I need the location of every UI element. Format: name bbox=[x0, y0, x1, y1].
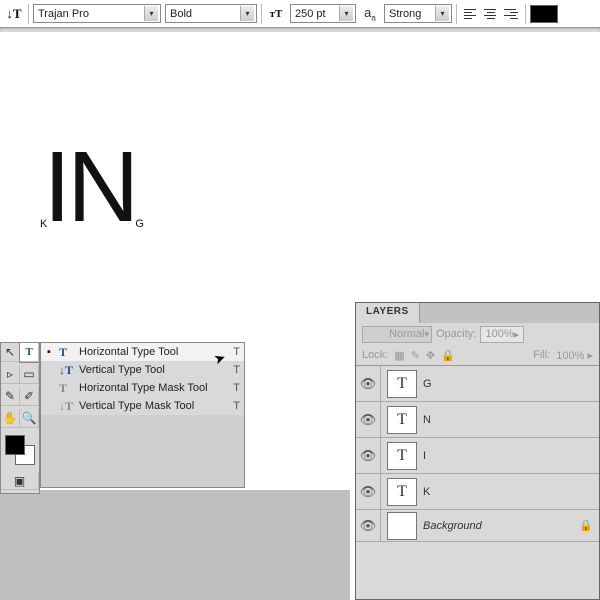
visibility-toggle[interactable]: 👁 bbox=[356, 484, 380, 500]
flyout-shortcut: T bbox=[233, 364, 240, 376]
layer-row-background[interactable]: 👁 Background 🔒 bbox=[356, 510, 599, 542]
layer-thumb: T bbox=[387, 442, 417, 470]
zoom-tool[interactable]: 🔍 bbox=[20, 409, 39, 428]
divider bbox=[261, 4, 262, 24]
dropdown-arrow-icon: ▾ bbox=[240, 6, 254, 21]
font-family-select[interactable]: Trajan Pro ▾ bbox=[33, 4, 161, 23]
flyout-vertical-type[interactable]: ↓T Vertical Type Tool T bbox=[41, 361, 244, 379]
antialias-icon: aa bbox=[360, 4, 380, 24]
layers-tab[interactable]: LAYERS bbox=[356, 303, 420, 323]
layer-row[interactable]: 👁 T K bbox=[356, 474, 599, 510]
layer-thumb bbox=[387, 512, 417, 540]
antialias-value: Strong bbox=[389, 8, 421, 20]
flyout-shortcut: T bbox=[233, 346, 240, 358]
font-size-icon: тT bbox=[266, 4, 286, 24]
foreground-color[interactable] bbox=[5, 435, 25, 455]
opacity-input[interactable]: 100% ▸ bbox=[480, 326, 524, 343]
layer-thumb: T bbox=[387, 370, 417, 398]
layer-name[interactable]: I bbox=[423, 450, 599, 462]
font-weight-select[interactable]: Bold ▾ bbox=[165, 4, 257, 23]
align-center-button[interactable] bbox=[481, 4, 501, 24]
lock-paint-icon[interactable]: ✎ bbox=[411, 349, 420, 362]
flyout-label: Horizontal Type Tool bbox=[79, 346, 227, 358]
layer-list: 👁 T G 👁 T N 👁 T I 👁 T K 👁 Background 🔒 bbox=[356, 365, 599, 542]
selected-dot-icon: ▪ bbox=[45, 346, 53, 358]
quickmask-toggle[interactable]: ▣ bbox=[1, 472, 39, 490]
flyout-horizontal-mask[interactable]: T Horizontal Type Mask Tool T bbox=[41, 379, 244, 397]
text-color-swatch[interactable] bbox=[530, 5, 558, 23]
layers-panel: LAYERS Normal ▾ Opacity: 100% ▸ Lock: ▦ … bbox=[355, 302, 600, 600]
flyout-shortcut: T bbox=[233, 400, 240, 412]
shape-tool[interactable]: ▭ bbox=[20, 365, 39, 384]
fill-input[interactable]: 100% ▸ bbox=[556, 349, 593, 362]
dropdown-arrow-icon: ▾ bbox=[435, 6, 449, 21]
type-icon: T bbox=[59, 345, 73, 360]
lock-position-icon[interactable]: ✥ bbox=[426, 349, 435, 362]
layer-row[interactable]: 👁 T N bbox=[356, 402, 599, 438]
font-family-value: Trajan Pro bbox=[38, 8, 89, 20]
notes-tool[interactable]: ✎ bbox=[1, 387, 20, 406]
layer-name[interactable]: N bbox=[423, 414, 599, 426]
visibility-toggle[interactable]: 👁 bbox=[356, 376, 380, 392]
lock-transparency-icon[interactable]: ▦ bbox=[394, 349, 404, 362]
hand-tool[interactable]: ✋ bbox=[1, 409, 20, 428]
canvas-type-layer[interactable]: KING bbox=[40, 105, 140, 260]
type-orientation-icon[interactable]: ↓T bbox=[4, 4, 24, 24]
visibility-toggle[interactable]: 👁 bbox=[356, 448, 380, 464]
toolbox: ↖ T ▹ ▭ ✎ ✐ ✋ 🔍 ▣ bbox=[0, 342, 40, 494]
layer-name[interactable]: G bbox=[423, 378, 599, 390]
layer-thumb: T bbox=[387, 406, 417, 434]
dropdown-arrow-icon: ▾ bbox=[339, 6, 353, 21]
flyout-label: Vertical Type Tool bbox=[79, 364, 227, 376]
font-size-value: 250 pt bbox=[295, 8, 326, 20]
glyph-n: N bbox=[67, 131, 135, 243]
antialias-select[interactable]: Strong ▾ bbox=[384, 4, 452, 23]
layer-thumb: T bbox=[387, 478, 417, 506]
blend-row: Normal ▾ Opacity: 100% ▸ bbox=[356, 323, 599, 345]
divider bbox=[525, 4, 526, 24]
blend-mode-select[interactable]: Normal ▾ bbox=[362, 326, 432, 343]
glyph-g: G bbox=[135, 218, 140, 230]
divider bbox=[28, 4, 29, 24]
type-tool[interactable]: T bbox=[20, 343, 39, 362]
path-selection-tool[interactable]: ↖ bbox=[1, 343, 20, 362]
flyout-horizontal-type[interactable]: ▪ T Horizontal Type Tool T bbox=[41, 343, 244, 361]
direct-selection-tool[interactable]: ▹ bbox=[1, 365, 20, 384]
flyout-label: Horizontal Type Mask Tool bbox=[79, 382, 227, 394]
flyout-spacer bbox=[41, 415, 244, 487]
type-tool-flyout: ▪ T Horizontal Type Tool T ↓T Vertical T… bbox=[40, 342, 245, 488]
eyedropper-tool[interactable]: ✐ bbox=[20, 387, 39, 406]
lock-all-icon[interactable]: 🔒 bbox=[441, 349, 455, 362]
visibility-toggle[interactable]: 👁 bbox=[356, 518, 380, 534]
pasteboard bbox=[0, 490, 350, 600]
lock-label: Lock: bbox=[362, 349, 388, 361]
dropdown-arrow-icon: ▾ bbox=[144, 6, 158, 21]
opacity-label: Opacity: bbox=[436, 328, 476, 340]
layer-name[interactable]: K bbox=[423, 486, 599, 498]
flyout-shortcut: T bbox=[233, 382, 240, 394]
flyout-label: Vertical Type Mask Tool bbox=[79, 400, 227, 412]
lock-icon: 🔒 bbox=[579, 519, 599, 532]
panel-tabs: LAYERS bbox=[356, 303, 599, 323]
visibility-toggle[interactable]: 👁 bbox=[356, 412, 380, 428]
align-right-button[interactable] bbox=[501, 4, 521, 24]
type-mask-icon: ↓T bbox=[59, 399, 73, 414]
align-left-button[interactable] bbox=[461, 4, 481, 24]
font-weight-value: Bold bbox=[170, 8, 192, 20]
type-options-bar: ↓T Trajan Pro ▾ Bold ▾ тT 250 pt ▾ aa St… bbox=[0, 0, 600, 28]
layer-row[interactable]: 👁 T G bbox=[356, 366, 599, 402]
glyph-i: I bbox=[43, 131, 67, 243]
lock-row: Lock: ▦ ✎ ✥ 🔒 Fill: 100% ▸ bbox=[356, 345, 599, 365]
type-icon: ↓T bbox=[59, 363, 73, 378]
layer-row[interactable]: 👁 T I bbox=[356, 438, 599, 474]
fill-label: Fill: bbox=[533, 349, 550, 361]
flyout-vertical-mask[interactable]: ↓T Vertical Type Mask Tool T bbox=[41, 397, 244, 415]
divider bbox=[456, 4, 457, 24]
text-align-group bbox=[461, 4, 521, 24]
color-swatches[interactable] bbox=[1, 431, 39, 469]
layer-name[interactable]: Background bbox=[423, 520, 579, 532]
type-mask-icon: T bbox=[59, 381, 73, 396]
font-size-select[interactable]: 250 pt ▾ bbox=[290, 4, 356, 23]
